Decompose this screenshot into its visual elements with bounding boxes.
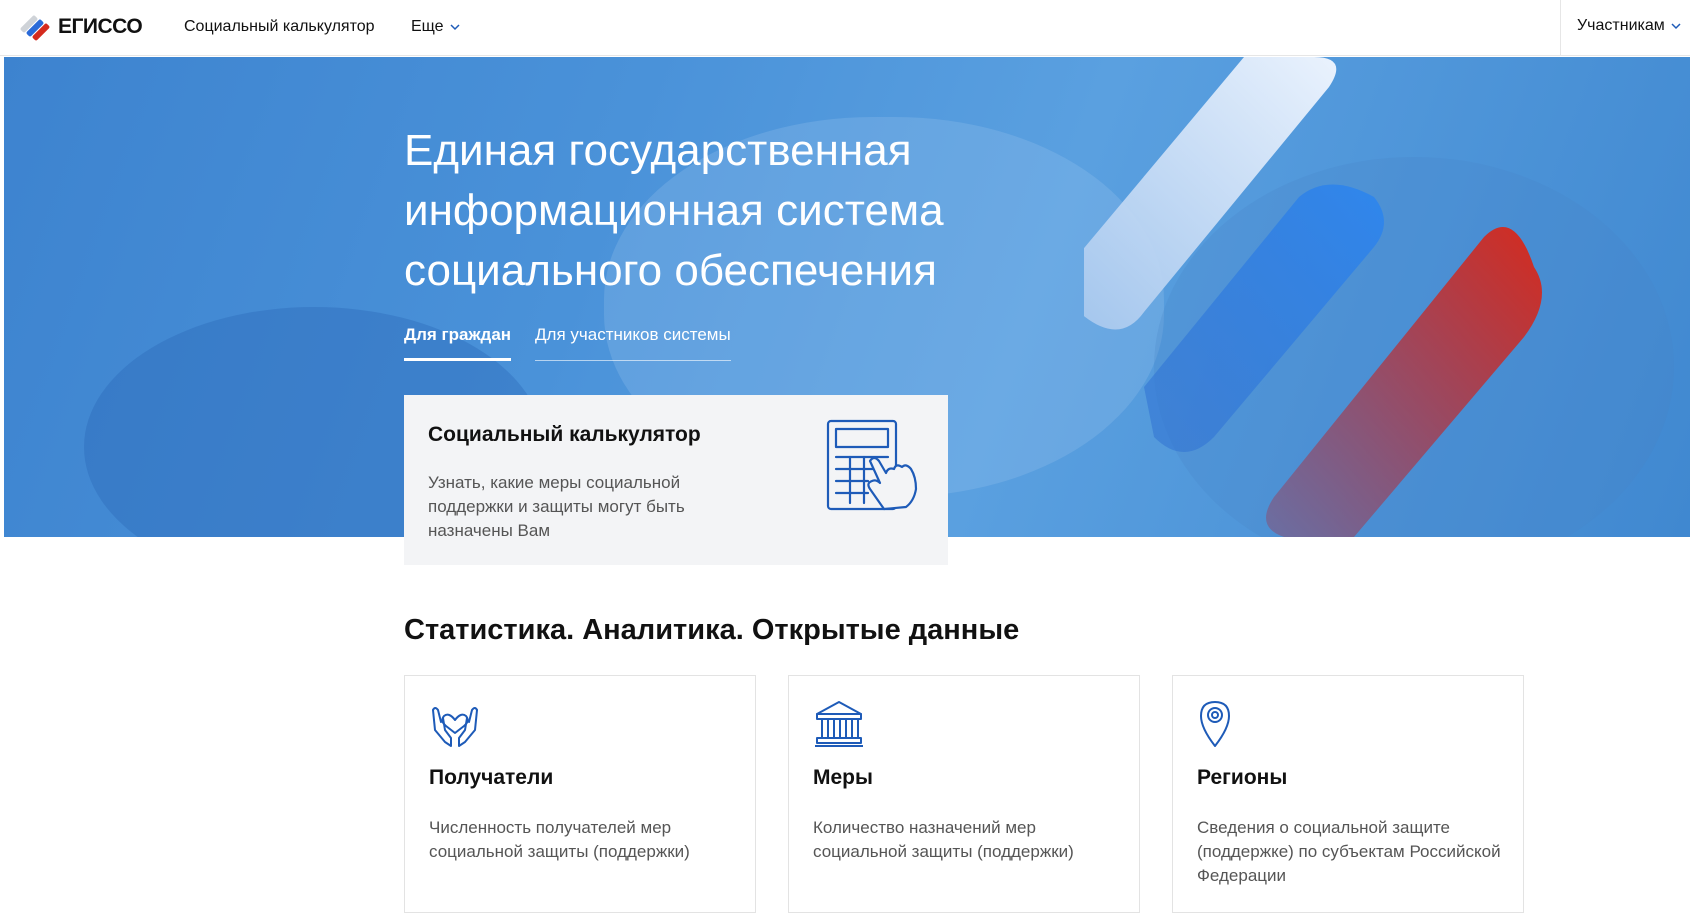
chevron-down-icon xyxy=(450,24,460,31)
social-calculator-card[interactable]: Социальный калькулятор Узнать, какие мер… xyxy=(404,395,948,565)
stat-card-description: Численность получателей мер социальной з… xyxy=(429,818,690,861)
calculator-card-description: Узнать, какие меры социальной поддержки … xyxy=(428,473,685,540)
government-building-icon xyxy=(815,701,863,747)
stats-section-title: Статистика. Аналитика. Открытые данные xyxy=(404,614,1020,646)
logo-flag-icon xyxy=(20,15,50,41)
nav-social-calculator[interactable]: Социальный калькулятор xyxy=(184,18,375,36)
tab-for-participants[interactable]: Для участников системы xyxy=(535,325,731,361)
audience-tabs: Для граждан Для участников системы xyxy=(404,325,755,361)
calculator-card-title: Социальный калькулятор xyxy=(428,423,701,446)
nav-more-dropdown[interactable]: Еще xyxy=(411,18,460,36)
stat-card-title: Получатели xyxy=(429,766,554,789)
site-logo[interactable]: ЕГИССО xyxy=(20,12,143,42)
stat-card-regions[interactable]: Регионы Сведения о социальной защите (по… xyxy=(1172,675,1524,913)
stat-card-recipients[interactable]: Получатели Численность получателей мер с… xyxy=(404,675,756,913)
stat-card-description: Сведения о социальной защите (поддержке)… xyxy=(1197,818,1501,885)
nav-participants-label: Участникам xyxy=(1577,17,1665,34)
top-header: ЕГИССО Социальный калькулятор Еще Участн… xyxy=(0,0,1690,56)
stat-card-description: Количество назначений мер социальной защ… xyxy=(813,818,1074,861)
hands-heart-icon xyxy=(432,707,478,747)
hero-title: Единая государственная информационная си… xyxy=(404,126,944,295)
stat-card-measures[interactable]: Меры Количество назначений мер социально… xyxy=(788,675,1140,913)
logo-text: ЕГИССО xyxy=(58,15,143,38)
calculator-hand-icon xyxy=(826,419,918,511)
chevron-down-icon xyxy=(1671,23,1681,30)
nav-more-label: Еще xyxy=(411,18,444,35)
stat-card-title: Меры xyxy=(813,766,873,789)
nav-right-panel: Участникам xyxy=(1560,0,1690,56)
stat-card-title: Регионы xyxy=(1197,766,1288,789)
hero-flag-stripes-decoration xyxy=(1084,57,1542,537)
tab-for-citizens[interactable]: Для граждан xyxy=(404,325,512,361)
nav-participants-dropdown[interactable]: Участникам xyxy=(1577,17,1681,35)
map-pin-icon xyxy=(1200,701,1230,747)
